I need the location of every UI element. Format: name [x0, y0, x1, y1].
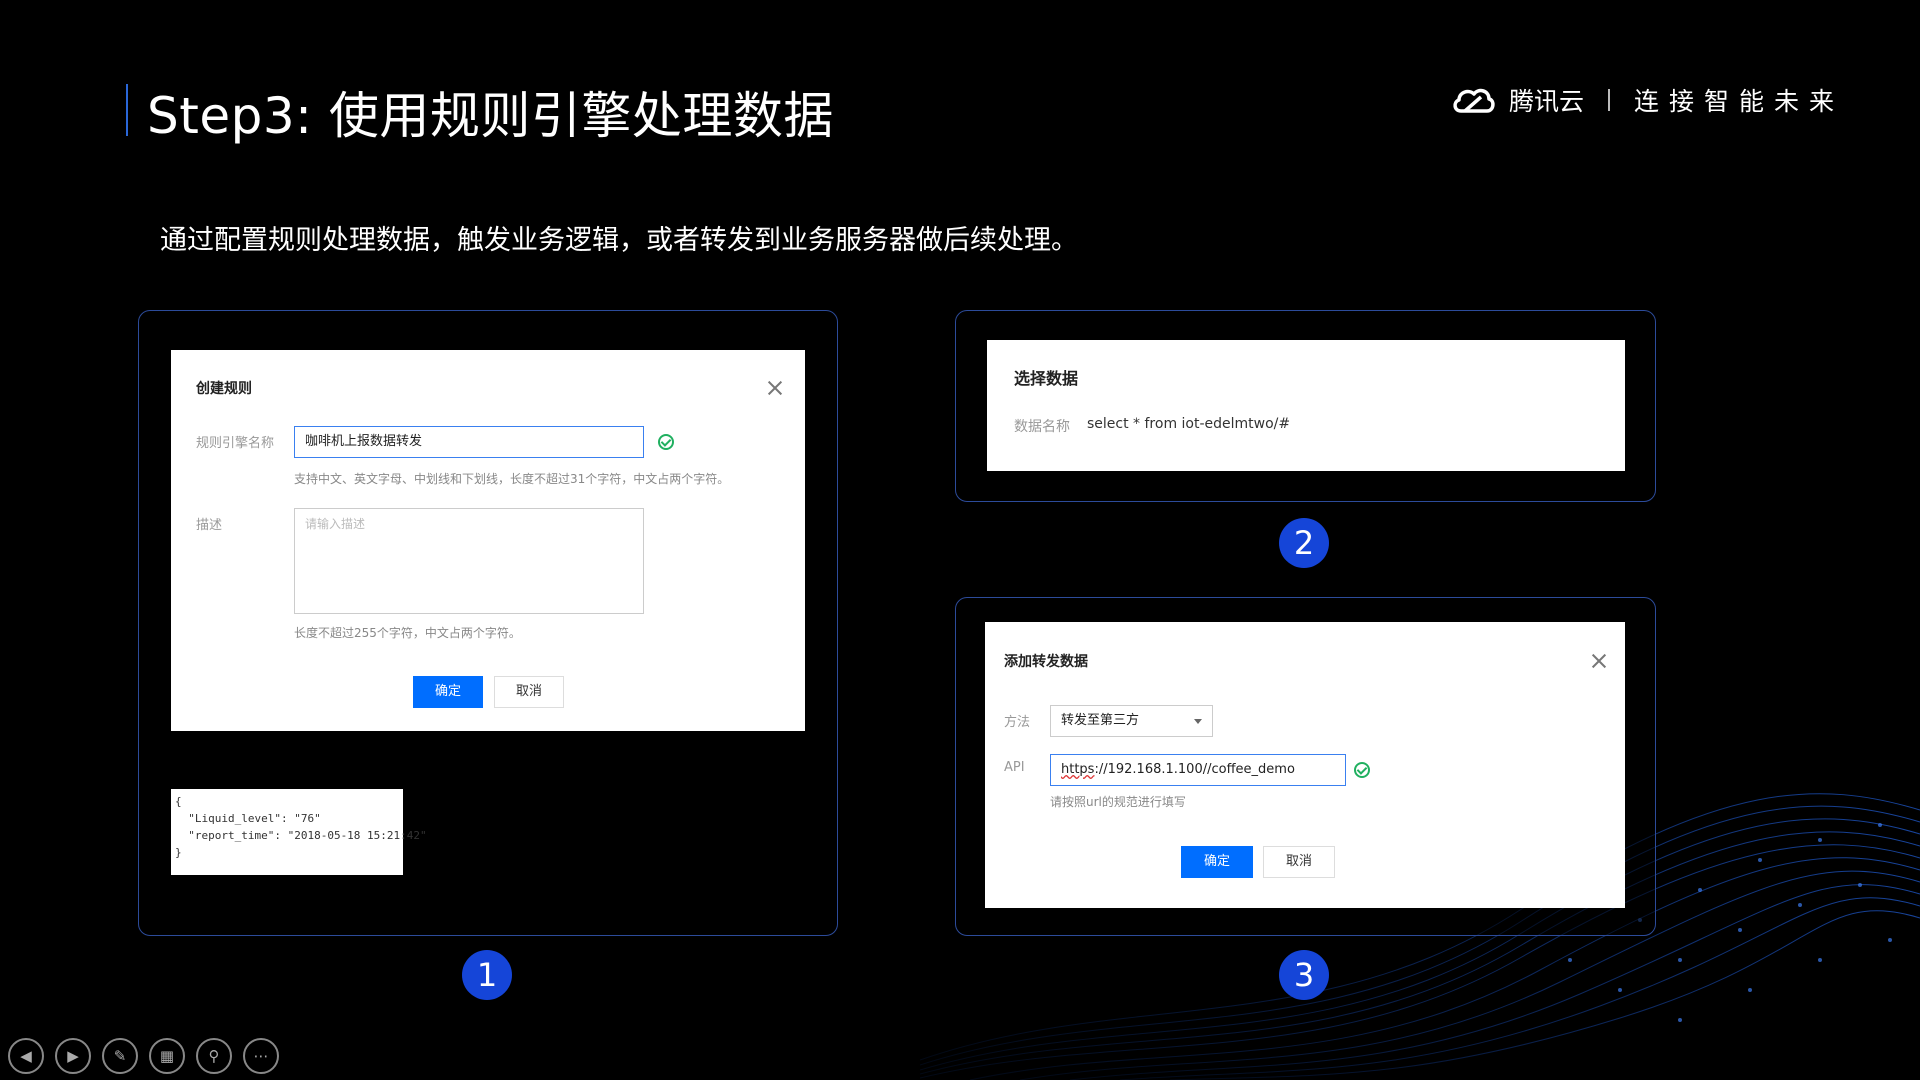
cancel-button[interactable]: 取消: [1263, 846, 1335, 878]
forward-data-dialog: 添加转发数据 方法 转发至第三方 API https://192.168.1.1…: [985, 622, 1625, 908]
rule-name-label: 规则引擎名称: [196, 436, 275, 451]
api-hint: 请按照url的规范进行填写: [1050, 795, 1186, 809]
step-badge-1: 1: [462, 950, 512, 1000]
pen-icon[interactable]: ✎: [102, 1038, 138, 1074]
api-url-scheme: https: [1061, 762, 1095, 777]
close-icon[interactable]: [767, 380, 783, 396]
title-accent-bar: [126, 84, 128, 136]
select-data-dialog: 选择数据 数据名称 select * from iot-edelmtwo/#: [987, 340, 1625, 471]
chevron-down-icon: [1194, 719, 1202, 724]
data-name-label: 数据名称: [1014, 419, 1070, 435]
dialog-title: 添加转发数据: [1004, 654, 1088, 670]
brand: 腾讯云 连接智能未来: [1451, 82, 1844, 118]
prev-icon[interactable]: ◀: [8, 1038, 44, 1074]
more-icon[interactable]: ⋯: [243, 1038, 279, 1074]
close-icon[interactable]: [1591, 653, 1607, 669]
confirm-button[interactable]: 确定: [413, 676, 483, 708]
data-name-value: select * from iot-edelmtwo/#: [1087, 416, 1291, 432]
cloud-logo-icon: [1453, 88, 1495, 113]
rule-name-hint: 支持中文、英文字母、中划线和下划线，长度不超过31个字符，中文占两个字符。: [294, 472, 730, 486]
api-url-rest: ://192.168.1.100//coffee_demo: [1094, 762, 1295, 777]
panel-select-data: 选择数据 数据名称 select * from iot-edelmtwo/#: [955, 310, 1656, 502]
description-textarea[interactable]: 请输入描述: [294, 508, 644, 614]
panel-create-rule: 创建规则 规则引擎名称 咖啡机上报数据转发 支持中文、英文字母、中划线和下划线，…: [138, 310, 838, 936]
create-rule-dialog: 创建规则 规则引擎名称 咖啡机上报数据转发 支持中文、英文字母、中划线和下划线，…: [171, 350, 805, 731]
next-icon[interactable]: ▶: [55, 1038, 91, 1074]
description-label: 描述: [196, 518, 223, 533]
slides-icon[interactable]: ▦: [149, 1038, 185, 1074]
presentation-controls: ◀ ▶ ✎ ▦ ⚲ ⋯: [8, 1038, 279, 1074]
cancel-button[interactable]: 取消: [494, 676, 564, 708]
json-line: }: [175, 846, 182, 859]
json-payload: { "Liquid_level": "76" "report_time": "2…: [171, 789, 427, 875]
step-badge-2: 2: [1279, 518, 1329, 568]
dialog-title: 选择数据: [1014, 369, 1079, 388]
description-hint: 长度不超过255个字符，中文占两个字符。: [294, 626, 521, 640]
method-select[interactable]: 转发至第三方: [1050, 705, 1213, 737]
valid-check-icon: [1354, 762, 1370, 778]
api-label: API: [1004, 760, 1025, 775]
api-url-input[interactable]: https://192.168.1.100//coffee_demo: [1050, 754, 1346, 786]
rule-name-input[interactable]: 咖啡机上报数据转发: [294, 426, 644, 458]
panel-forward-data: 添加转发数据 方法 转发至第三方 API https://192.168.1.1…: [955, 597, 1656, 936]
valid-check-icon: [658, 434, 674, 450]
confirm-button[interactable]: 确定: [1181, 846, 1253, 878]
brand-slogan: 连接智能未来: [1633, 87, 1844, 116]
dialog-title: 创建规则: [196, 381, 252, 397]
json-line: "report_time": "2018-05-18 15:21:42": [175, 829, 427, 842]
step-badge-3: 3: [1279, 950, 1329, 1000]
method-label: 方法: [1004, 715, 1031, 730]
zoom-icon[interactable]: ⚲: [196, 1038, 232, 1074]
brand-divider: [1607, 89, 1610, 111]
subtitle: 通过配置规则处理数据，触发业务逻辑，或者转发到业务服务器做后续处理。: [160, 225, 1078, 256]
method-select-value: 转发至第三方: [1061, 713, 1140, 728]
json-line: {: [175, 795, 182, 808]
brand-name: 腾讯云: [1508, 87, 1584, 116]
json-line: "Liquid_level": "76": [175, 812, 321, 825]
page-title: Step3: 使用规则引擎处理数据: [147, 87, 834, 145]
